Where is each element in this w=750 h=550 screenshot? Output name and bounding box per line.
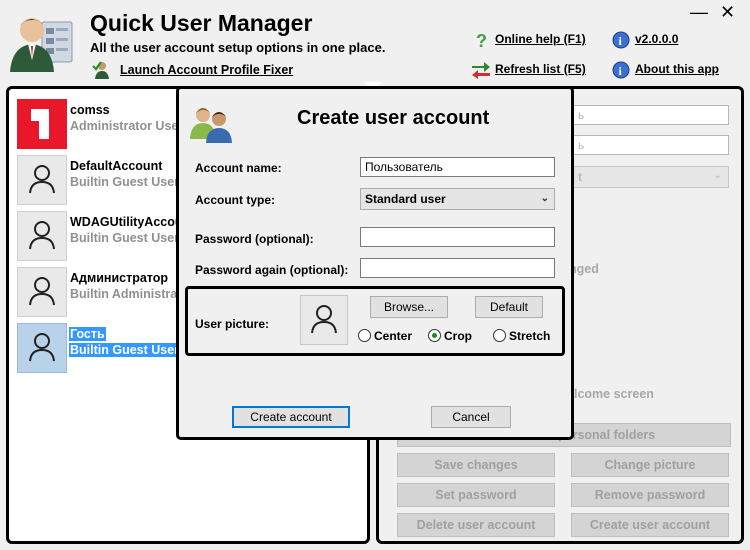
user-name: Администратор (70, 271, 169, 285)
person-icon (17, 267, 67, 317)
app-subtitle: All the user account setup options in on… (90, 40, 386, 55)
password-label: Password (optional): (195, 232, 314, 246)
online-help-link[interactable]: Online help (F1) (495, 32, 586, 46)
password-input[interactable] (360, 227, 555, 247)
app-logo (8, 8, 78, 74)
default-picture-button[interactable]: Default (475, 296, 543, 318)
user-picture-group: User picture: Browse... Default Center C… (185, 286, 565, 356)
create-user-account-button[interactable]: Create user account (571, 513, 729, 537)
person-icon (17, 323, 67, 373)
account-name-label: Account name: (195, 161, 282, 175)
user-picture-label: User picture: (195, 317, 270, 331)
save-changes-button[interactable]: Save changes (397, 453, 555, 477)
version-link[interactable]: v2.0.0.0 (635, 32, 678, 46)
user-name: DefaultAccount (70, 159, 163, 173)
delete-user-account-button[interactable]: Delete user account (397, 513, 555, 537)
refresh-icon (470, 60, 490, 80)
minimize-button[interactable]: — (690, 2, 708, 23)
cancel-button[interactable]: Cancel (431, 406, 511, 428)
account-name-input[interactable]: Пользователь (360, 157, 555, 177)
radio-crop[interactable]: Crop (428, 328, 472, 343)
create-account-button[interactable]: Create account (232, 406, 350, 428)
password-again-input[interactable] (360, 258, 555, 278)
refresh-list-link[interactable]: Refresh list (F5) (495, 62, 586, 76)
user-type: Administrator User (70, 119, 184, 133)
person-icon (311, 305, 337, 334)
user-type: Builtin Guest User (70, 175, 180, 189)
radio-center[interactable]: Center (358, 328, 412, 343)
about-info-icon: i (611, 60, 631, 80)
remove-password-button[interactable]: Remove password (571, 483, 729, 507)
chevron-down-icon: ⌄ (540, 193, 549, 204)
info-icon: i (611, 30, 631, 50)
launch-profile-fixer-link[interactable]: Launch Account Profile Fixer (120, 63, 293, 77)
user-name: comss (70, 103, 110, 117)
welcome-screen-option: lcome screen (574, 387, 654, 401)
user-type: Builtin Guest User (69, 343, 181, 357)
person-icon (17, 211, 67, 261)
chevron-down-icon: ⌄ (713, 170, 722, 181)
account-type-dropdown[interactable]: Standard user ⌄ (360, 188, 555, 210)
help-icon: ? (472, 30, 492, 51)
about-app-link[interactable]: About this app (635, 62, 719, 76)
password-again-label: Password again (optional): (195, 263, 349, 277)
change-picture-button[interactable]: Change picture (571, 453, 729, 477)
person-icon (17, 155, 67, 205)
dialog-title: Create user account (297, 107, 490, 129)
create-account-dialog: Create user account Account name: Пользо… (176, 86, 574, 440)
svg-text:?: ? (476, 31, 487, 50)
app-title: Quick User Manager (90, 10, 313, 36)
browse-button[interactable]: Browse... (370, 296, 448, 318)
profile-fixer-icon (92, 60, 112, 80)
radio-stretch[interactable]: Stretch (493, 328, 550, 343)
users-icon (189, 103, 235, 143)
account-type-label: Account type: (195, 193, 276, 207)
close-button[interactable]: ✕ (720, 2, 735, 23)
user-type: Builtin Guest User (70, 231, 180, 245)
brand-logo-avatar (17, 99, 67, 149)
user-name: Гость (69, 327, 106, 341)
set-password-button[interactable]: Set password (397, 483, 555, 507)
picture-preview (300, 295, 348, 345)
